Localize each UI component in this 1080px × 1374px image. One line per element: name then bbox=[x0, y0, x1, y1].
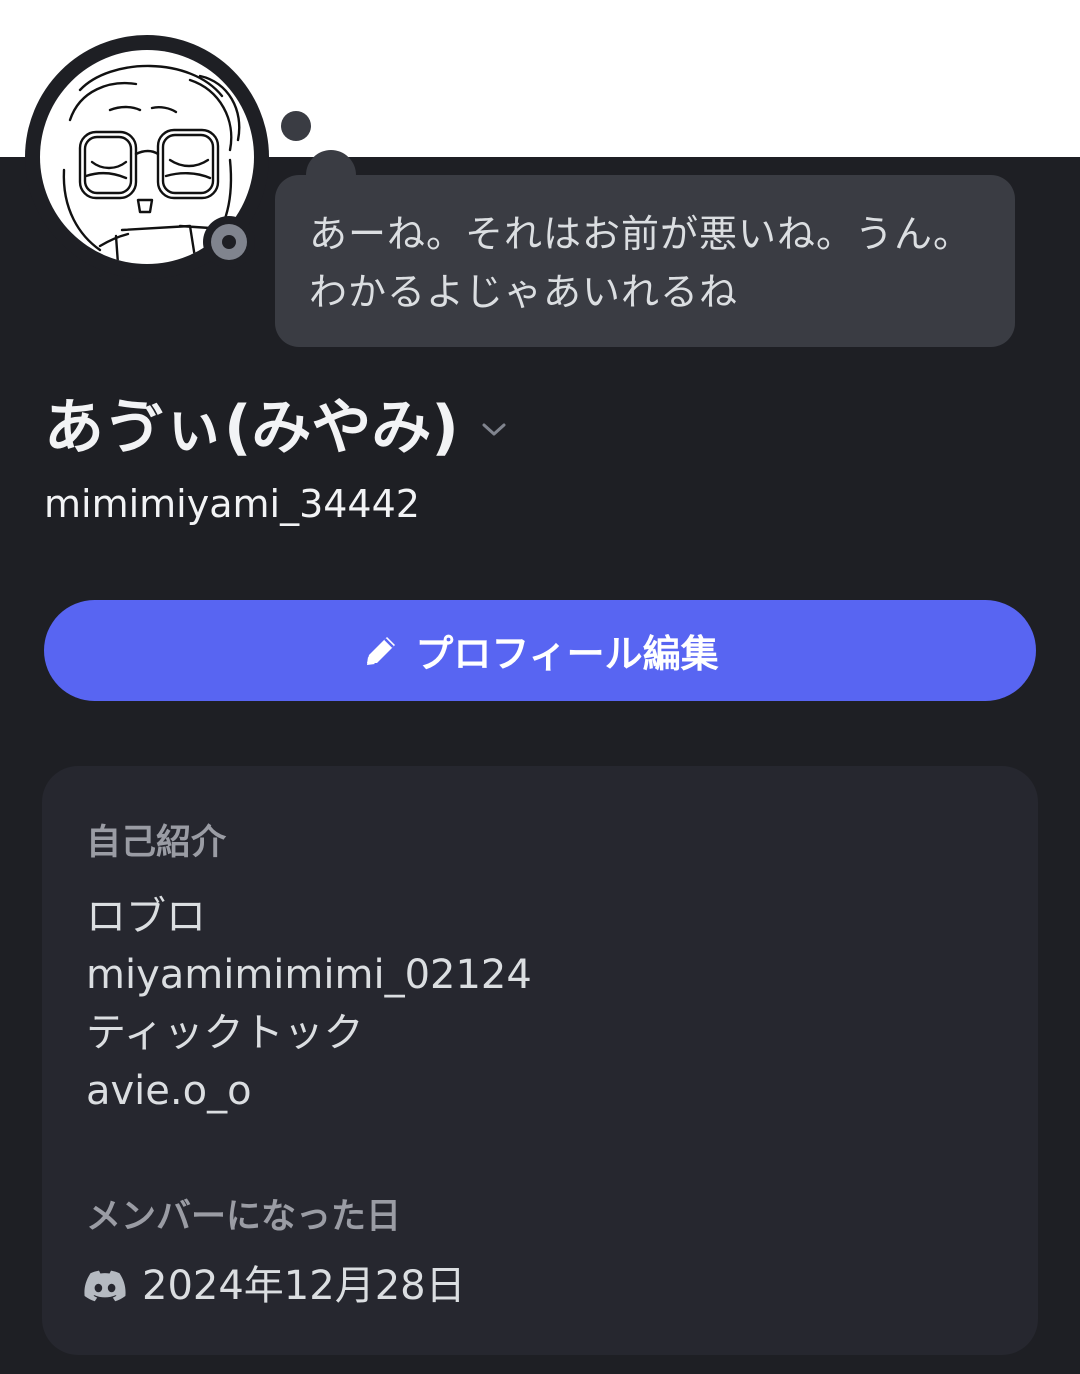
custom-status-text: あーね。それはお前が悪いね。うん。わかるよじゃあいれるね bbox=[309, 212, 973, 314]
display-name: あゔぃ(みやみ) bbox=[44, 393, 459, 463]
member-since-title: メンバーになった日 bbox=[86, 1197, 402, 1237]
about-me-title: 自己紹介 bbox=[86, 823, 227, 863]
bio-line: ティックトック bbox=[86, 1010, 364, 1056]
status-indicator bbox=[203, 216, 255, 268]
bio-line: miyamimimimi_02124 bbox=[86, 952, 532, 998]
offline-status-icon bbox=[211, 224, 247, 260]
about-me-bio: ロブロ miyamimimimi_02124 ティックトック avie.o_o bbox=[86, 888, 532, 1120]
member-since-row: 2024年12月28日 bbox=[84, 1258, 466, 1314]
about-me-card: 自己紹介 ロブロ miyamimimimi_02124 ティックトック avie… bbox=[42, 766, 1038, 1355]
pencil-icon bbox=[361, 631, 401, 671]
member-since-date: 2024年12月28日 bbox=[142, 1263, 466, 1309]
bubble-tail-small bbox=[281, 111, 311, 141]
custom-status-bubble[interactable]: あーね。それはお前が悪いね。うん。わかるよじゃあいれるね bbox=[275, 175, 1015, 347]
edit-profile-button[interactable]: プロフィール編集 bbox=[44, 600, 1036, 701]
username: mimimiyami_34442 bbox=[44, 482, 420, 526]
discord-icon bbox=[84, 1270, 126, 1302]
edit-profile-label: プロフィール編集 bbox=[415, 634, 719, 676]
bio-line: avie.o_o bbox=[86, 1068, 252, 1114]
bio-line: ロブロ bbox=[86, 894, 206, 940]
display-name-row[interactable]: あゔぃ(みやみ) bbox=[44, 388, 509, 468]
chevron-down-icon[interactable] bbox=[479, 419, 509, 443]
